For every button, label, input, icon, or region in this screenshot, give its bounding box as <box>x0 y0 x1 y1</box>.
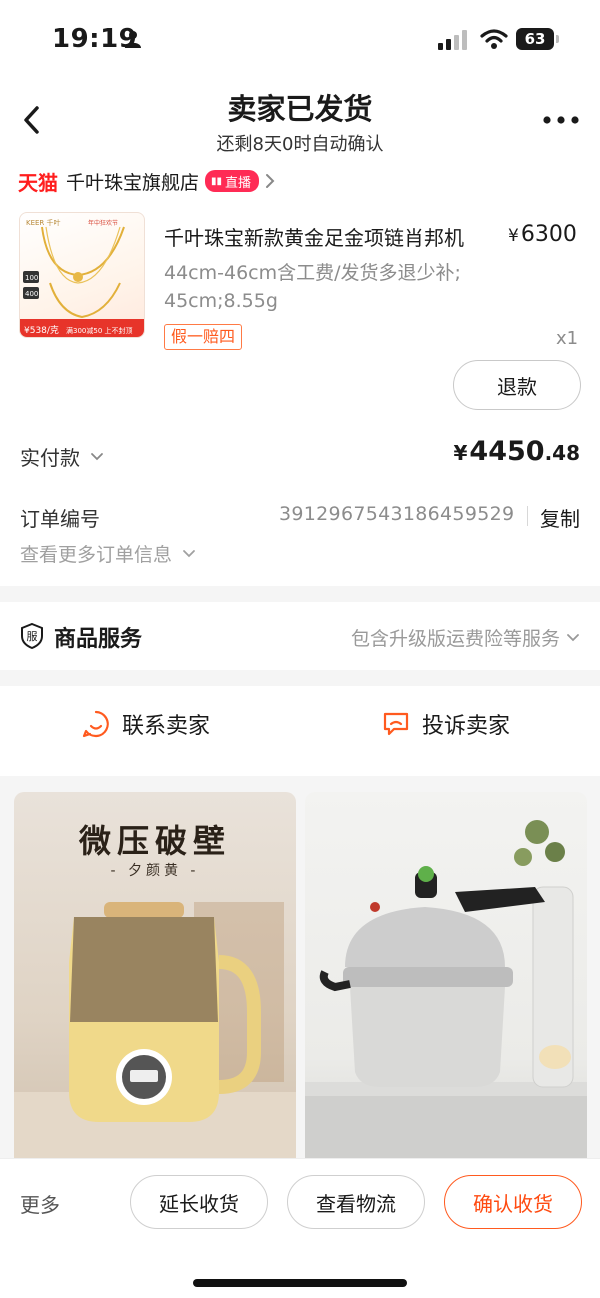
page-header: 卖家已发货 还剩8天0时自动确认 <box>0 80 600 162</box>
live-badge[interactable]: ▮▮ 直播 <box>205 170 260 192</box>
order-number: 3912967543186459529 <box>279 503 515 525</box>
home-indicator[interactable] <box>193 1279 407 1287</box>
product-price-symbol: ¥ <box>508 226 519 246</box>
service-desc-text: 包含升级版运费险等服务 <box>350 628 560 650</box>
actual-payment-toggle[interactable]: 实付款 <box>20 442 104 471</box>
confirm-receipt-button[interactable]: 确认收货 <box>444 1175 582 1229</box>
product-spec: 44cm-46cm含工费/发货多退少补; 45cm;8.55g <box>164 262 461 312</box>
payment-symbol: ¥ <box>453 441 468 465</box>
service-icon-char: 服 <box>27 630 38 643</box>
soymilk-maker-image <box>14 902 296 1172</box>
payment-integer: 4450 <box>469 436 545 467</box>
chevron-down-icon <box>183 549 195 557</box>
payment-decimal: .48 <box>544 441 580 465</box>
shop-name[interactable]: 千叶珠宝旗舰店 <box>66 168 199 195</box>
chevron-down-icon <box>567 633 579 641</box>
section-gap <box>0 670 600 686</box>
battery-level: 63 <box>516 28 554 50</box>
auto-confirm-countdown: 还剩8天0时自动确认 <box>216 134 384 155</box>
section-gap <box>0 586 600 602</box>
product-image-coupon-2: 400 <box>25 290 38 298</box>
product-image-coupon-1: 100 <box>25 274 38 282</box>
product-price-value: 6300 <box>520 222 577 247</box>
product-price: ¥6300 <box>508 222 577 247</box>
contact-seller-button[interactable]: 联系卖家 <box>82 708 210 740</box>
divider <box>527 506 528 526</box>
shop-row[interactable]: 天猫 千叶珠宝旗舰店 ▮▮ 直播 <box>18 166 275 196</box>
actual-payment-label: 实付款 <box>20 446 80 470</box>
person-icon <box>125 31 141 48</box>
service-desc: 包含升级版运费险等服务 <box>351 624 580 651</box>
product-image-price-badge: ¥538/克 <box>24 325 59 336</box>
product-service-row[interactable]: 服 商品服务 包含升级版运费险等服务 <box>0 602 600 670</box>
more-order-info-toggle[interactable]: 查看更多订单信息 <box>20 540 196 567</box>
battery-indicator: 63 <box>516 28 560 50</box>
cellular-signal-icon <box>438 30 467 50</box>
product-title[interactable]: 千叶珠宝新款黄金足金项链肖邦机 <box>164 222 464 251</box>
page-title: 卖家已发货 <box>227 92 373 126</box>
product-image-brand: KEER 千叶 <box>26 218 61 227</box>
copy-order-number-button[interactable]: 复制 <box>540 503 580 532</box>
recommendation-card[interactable]: 微压破壁 - 夕颜黄 - <box>14 792 296 1172</box>
extend-receipt-button[interactable]: 延长收货 <box>130 1175 268 1229</box>
live-badge-label: 直播 <box>225 175 252 191</box>
refund-button[interactable]: 退款 <box>453 360 581 410</box>
tmall-logo: 天猫 <box>18 170 58 195</box>
order-number-label: 订单编号 <box>20 507 100 531</box>
guarantee-tag: 假一赔四 <box>164 324 243 350</box>
live-bars-icon: ▮▮ <box>211 175 223 187</box>
actual-payment-amount: ¥4450.48 <box>453 436 580 467</box>
product-image-promo: 满300减50 上不封顶 <box>66 326 133 335</box>
recommendation-card[interactable] <box>305 792 587 1172</box>
chevron-down-icon <box>91 452 103 460</box>
more-actions-button[interactable]: 更多 <box>20 1189 60 1218</box>
complain-seller-button[interactable]: 投诉卖家 <box>382 708 510 740</box>
battery-cap <box>556 35 559 43</box>
bottom-action-bar: 更多 延长收货 查看物流 确认收货 <box>0 1158 600 1298</box>
product-quantity: x1 <box>556 328 579 349</box>
status-bar: 19:19 63 <box>0 0 600 80</box>
pressure-cooker-image <box>305 820 587 1172</box>
gold-necklace-image: KEER 千叶 年中狂欢节 100 400 ¥538/克 满300减50 上不封… <box>20 218 144 337</box>
contact-row: 联系卖家 投诉卖家 <box>0 686 600 762</box>
contact-seller-label: 联系卖家 <box>122 714 211 739</box>
more-options-icon[interactable] <box>542 110 580 130</box>
complaint-chat-icon <box>383 712 409 736</box>
product-image-event: 年中狂欢节 <box>88 219 118 227</box>
complain-seller-label: 投诉卖家 <box>422 714 511 739</box>
product-image[interactable]: KEER 千叶 年中狂欢节 100 400 ¥538/克 满300减50 上不封… <box>19 212 145 338</box>
view-logistics-button[interactable]: 查看物流 <box>287 1175 425 1229</box>
smiley-chat-icon <box>82 710 109 738</box>
service-title: 商品服务 <box>54 627 143 652</box>
recommendations-feed: 微压破壁 - 夕颜黄 - <box>0 776 600 1176</box>
wifi-icon <box>480 29 508 49</box>
chevron-right-icon <box>266 174 275 188</box>
more-order-info-label: 查看更多订单信息 <box>20 544 173 566</box>
service-shield-icon: 服 <box>21 623 43 649</box>
